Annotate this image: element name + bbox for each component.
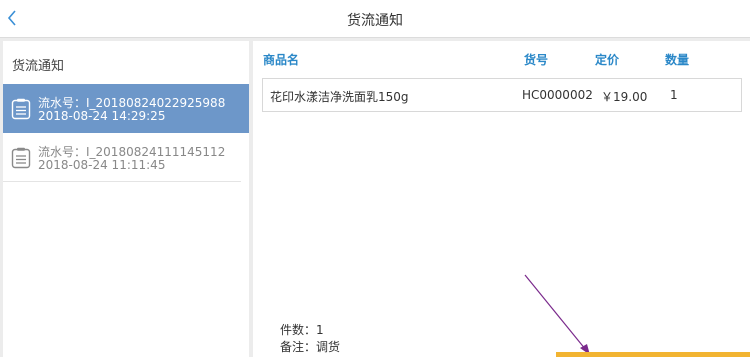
panel-header: 货流通知 <box>12 59 65 74</box>
item-count: 件数：1 <box>280 323 324 337</box>
document-icon <box>11 147 31 169</box>
confirm-button[interactable] <box>556 352 750 357</box>
cell-product-name: 花印水漾洁净洗面乳150g <box>270 90 409 104</box>
column-header-name: 商品名 <box>263 53 300 67</box>
page-title: 货流通知 <box>347 13 403 29</box>
record-time: 2018-08-24 14:29:25 <box>38 109 166 123</box>
list-item-record[interactable]: 流水号：I_20180824111145112 2018-08-24 11:11… <box>3 133 241 182</box>
cell-price: ￥19.00 <box>601 90 648 104</box>
detail-panel: 商品名 货号 定价 数量 花印水漾洁净洗面乳150g HC0000002 ￥19… <box>253 41 750 357</box>
top-bar: 货流通知 <box>0 0 750 38</box>
cell-quantity: 1 <box>670 88 678 102</box>
table-row[interactable]: 花印水漾洁净洗面乳150g HC0000002 ￥19.00 1 <box>262 78 742 112</box>
column-header-code: 货号 <box>524 53 549 67</box>
column-header-price: 定价 <box>595 53 620 67</box>
document-icon <box>11 98 31 120</box>
remark: 备注：调货 <box>280 340 341 354</box>
cell-product-code: HC0000002 <box>522 88 593 102</box>
column-header-qty: 数量 <box>665 53 690 67</box>
record-list-panel: 货流通知 流水号：I_20180824022925988 2018-08-24 … <box>3 41 249 357</box>
record-time: 2018-08-24 11:11:45 <box>38 158 166 172</box>
table-header: 商品名 货号 定价 数量 <box>253 41 750 74</box>
summary: 件数：1 备注：调货 <box>280 322 340 356</box>
list-item-record[interactable]: 流水号：I_20180824022925988 2018-08-24 14:29… <box>3 84 249 133</box>
record-list: 流水号：I_20180824022925988 2018-08-24 14:29… <box>3 84 249 182</box>
